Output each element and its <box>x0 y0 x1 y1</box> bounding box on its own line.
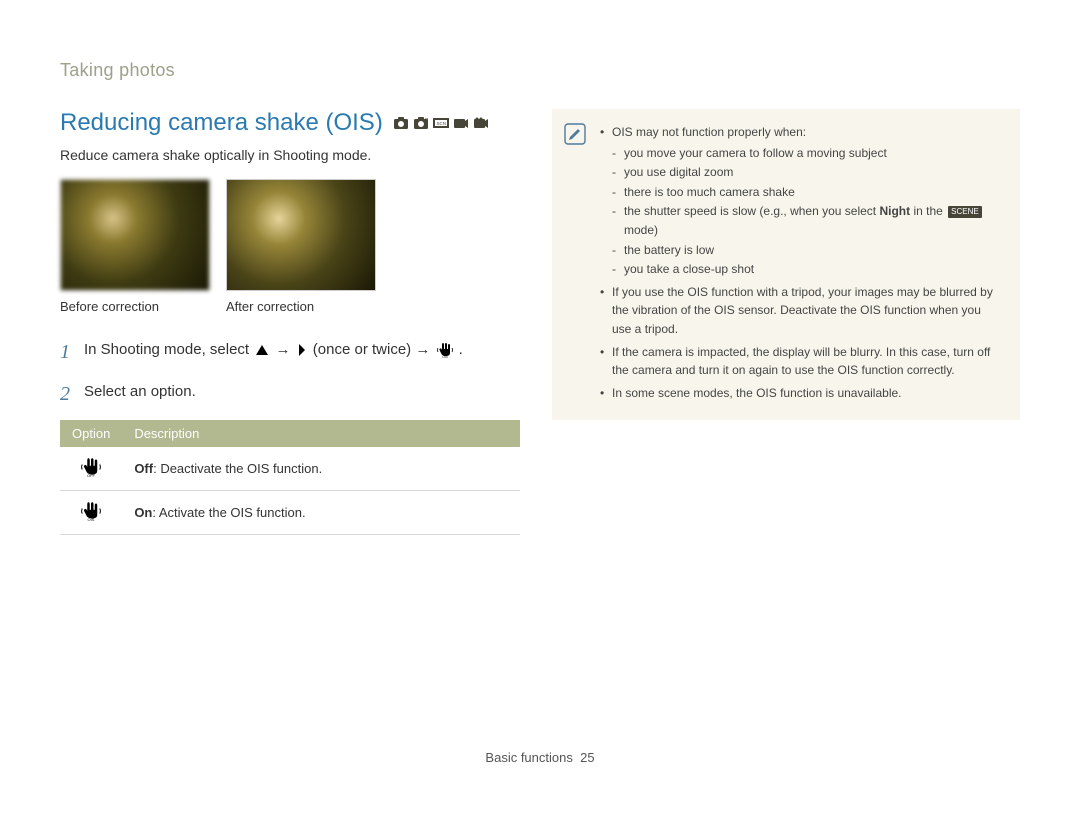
svg-text:SCN: SCN <box>436 121 446 126</box>
footer-page-number: 25 <box>580 750 594 765</box>
step-2: 2 Select an option. <box>60 378 520 410</box>
note-box: OIS may not function properly when: you … <box>552 109 1020 420</box>
option-row-off: OFF Off: Deactivate the OIS function. <box>60 447 520 491</box>
heading-text: Reducing camera shake (OIS) <box>60 109 383 137</box>
step-1-arrow-1: → <box>275 341 294 358</box>
movie-icon <box>453 116 469 130</box>
step-1-text: In Shooting mode, select → (once or twic… <box>84 336 463 362</box>
options-table: Option Description OFF Off: Deactivate t… <box>60 420 520 535</box>
step-1-part-a: In Shooting mode, select <box>84 341 253 358</box>
option-off-desc: Off: Deactivate the OIS function. <box>122 447 520 491</box>
note-bullet-3: If the camera is impacted, the display w… <box>600 343 1002 380</box>
footer-section: Basic functions <box>485 750 572 765</box>
ois-palm-icon: OIS <box>437 342 453 358</box>
note-sub-1: you move your camera to follow a moving … <box>612 144 1002 163</box>
note-sub-6: you take a close-up shot <box>612 260 1002 279</box>
note-intro: OIS may not function properly when: you … <box>600 123 1002 279</box>
before-correction-image <box>60 179 210 291</box>
camera-auto-icon <box>393 116 409 130</box>
col-description: Description <box>122 420 520 447</box>
ois-off-icon: OFF <box>81 457 101 477</box>
page-footer: Basic functions 25 <box>0 750 1080 765</box>
step-1: 1 In Shooting mode, select → (once or tw… <box>60 336 520 368</box>
svg-text:OIS: OIS <box>88 517 95 521</box>
step-1-part-d: . <box>459 341 463 358</box>
ois-on-icon: OIS <box>81 501 101 521</box>
option-on-desc: On: Activate the OIS function. <box>122 491 520 535</box>
note-sub-3: there is too much camera shake <box>612 183 1002 202</box>
right-column: OIS may not function properly when: you … <box>552 109 1020 535</box>
camera-program-icon: P <box>413 116 429 130</box>
col-option: Option <box>60 420 122 447</box>
breadcrumb: Taking photos <box>60 60 1020 81</box>
after-correction-image <box>226 179 376 291</box>
section-subhead: Reduce camera shake optically in Shootin… <box>60 147 520 163</box>
step-1-part-c: (once or twice) → <box>313 341 435 358</box>
smart-movie-icon <box>473 116 489 130</box>
svg-text:OFF: OFF <box>87 473 96 477</box>
section-heading: Reducing camera shake (OIS) P SCN <box>60 109 520 137</box>
before-caption: Before correction <box>60 299 210 314</box>
note-bullet-4: In some scene modes, the OIS function is… <box>600 384 1002 403</box>
option-row-on: OIS On: Activate the OIS function. <box>60 491 520 535</box>
right-chevron-icon <box>297 343 307 357</box>
note-sub-2: you use digital zoom <box>612 163 1002 182</box>
scene-icon: SCN <box>433 116 449 130</box>
note-bullet-2: If you use the OIS function with a tripo… <box>600 283 1002 339</box>
scene-badge-icon: SCENE <box>948 206 982 218</box>
note-sub-5: the battery is low <box>612 241 1002 260</box>
left-column: Reducing camera shake (OIS) P SCN Reduce… <box>60 109 520 535</box>
step-number-2: 2 <box>60 378 74 410</box>
svg-text:OIS: OIS <box>442 355 448 358</box>
note-pencil-icon <box>564 123 586 145</box>
svg-text:P: P <box>425 118 429 124</box>
up-triangle-icon <box>255 344 269 356</box>
mode-available-icons: P SCN <box>393 116 489 130</box>
after-caption: After correction <box>226 299 376 314</box>
note-sub-4: the shutter speed is slow (e.g., when yo… <box>612 202 1002 239</box>
step-number-1: 1 <box>60 336 74 368</box>
step-2-text: Select an option. <box>84 378 196 404</box>
